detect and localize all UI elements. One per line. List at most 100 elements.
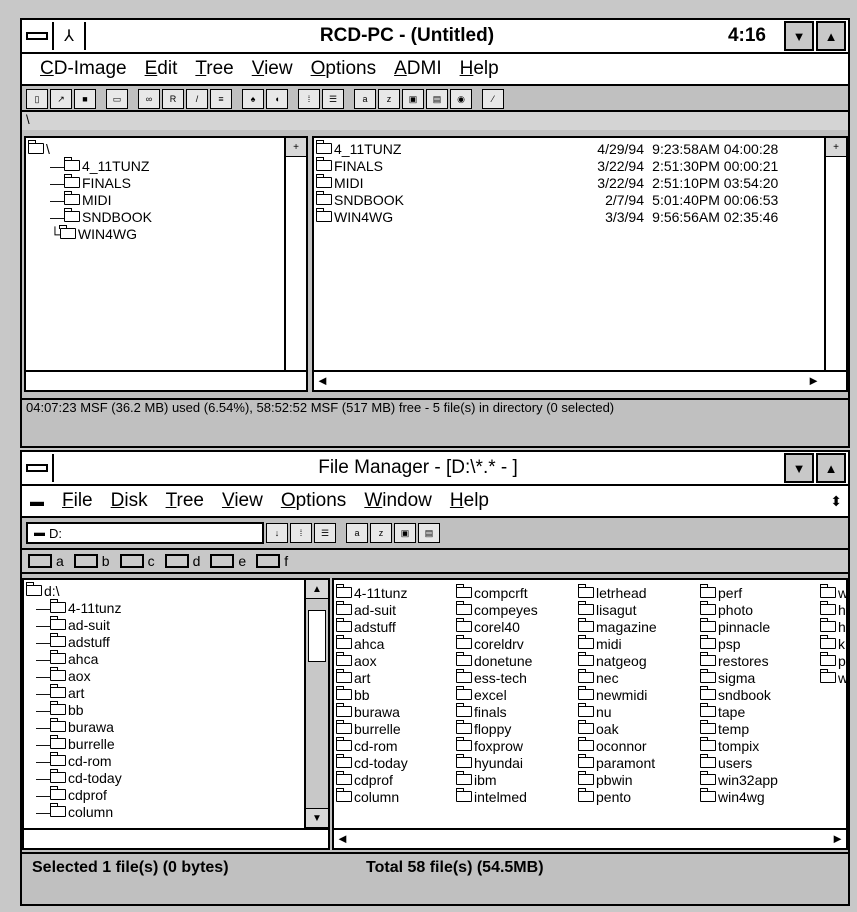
file-item[interactable]: tape — [699, 703, 778, 720]
fm-file-pane[interactable]: 4-11tunz ad-suit adstuff ahca aox art bb burawa… — [332, 578, 848, 850]
find-icon[interactable]: ♠ — [242, 89, 264, 109]
file-item[interactable]: finals — [455, 703, 538, 720]
file-item[interactable]: natgeog — [577, 652, 657, 669]
file-item[interactable]: floppy — [455, 720, 538, 737]
scroll-up-arrow-icon[interactable]: + — [826, 138, 846, 157]
menu-options[interactable]: Options — [281, 490, 346, 512]
file-item[interactable]: ahca — [336, 635, 408, 652]
file-item[interactable]: cdprof — [336, 771, 408, 788]
tree-item[interactable]: — aox — [26, 667, 302, 684]
rec-icon[interactable]: R — [162, 89, 184, 109]
file-item[interactable]: users — [699, 754, 778, 771]
scroll-down-arrow-icon[interactable]: ▼ — [306, 808, 328, 828]
file-row[interactable]: MIDI 3/22/94 2:51:10PM 03:54:20 — [315, 174, 822, 191]
file-item[interactable]: oconnor — [577, 737, 657, 754]
detail-view-icon[interactable]: ☰ — [322, 89, 344, 109]
drive-d[interactable]: d — [164, 553, 200, 569]
sort-name-icon[interactable]: a — [354, 89, 376, 109]
file-item[interactable]: ad-suit — [336, 601, 408, 618]
tree-item[interactable]: — burawa — [26, 718, 302, 735]
file-item[interactable]: pbwin — [577, 771, 657, 788]
window-icon[interactable]: ▣ — [394, 523, 416, 543]
tree-view-icon[interactable]: ⁞ — [290, 523, 312, 543]
file-item[interactable]: donetune — [455, 652, 538, 669]
app-icon[interactable]: ⅄ — [54, 22, 86, 50]
file-item[interactable]: cd-today — [336, 754, 408, 771]
file-item[interactable]: magazine — [577, 618, 657, 635]
file-item[interactable]: k — [819, 635, 846, 652]
file-item[interactable]: w — [819, 584, 846, 601]
drive-a[interactable]: a — [28, 553, 64, 569]
file-item[interactable]: burawa — [336, 703, 408, 720]
menu-admi[interactable]: ADMI — [394, 58, 442, 80]
sort-name-icon[interactable]: a — [346, 523, 368, 543]
file-item[interactable]: p — [819, 652, 846, 669]
file-item[interactable]: photo — [699, 601, 778, 618]
minimize-button[interactable]: ▼ — [784, 21, 814, 51]
tree-item[interactable]: — FINALS — [28, 174, 282, 191]
fm-titlebar[interactable]: File Manager - [D:\*.* - ] ▼ ▲ — [22, 452, 848, 486]
menu-window[interactable]: Window — [364, 490, 432, 512]
tree-root[interactable]: \ — [27, 140, 282, 157]
file-item[interactable]: 4-11tunz — [336, 584, 408, 601]
tree-item[interactable]: — column — [26, 803, 302, 820]
scroll-left-arrow-icon[interactable]: ◄ — [316, 373, 329, 388]
file-item[interactable]: nu — [577, 703, 657, 720]
eraser-icon[interactable]: ◖ — [266, 89, 288, 109]
menu-disk[interactable]: Disk — [111, 490, 148, 512]
file-row[interactable]: SNDBOOK 2/7/94 5:01:40PM 00:06:53 — [315, 191, 822, 208]
scroll-right-arrow-icon[interactable]: ► — [831, 831, 844, 846]
restore-icon[interactable]: ⬍ — [830, 493, 842, 510]
fm-tree-pane[interactable]: d:\ — 4-11tunz — ad-suit — adstuff — ahca — … — [22, 578, 330, 850]
file-row[interactable]: FINALS 3/22/94 2:51:30PM 00:00:21 — [315, 157, 822, 174]
sort-type-icon[interactable]: z — [378, 89, 400, 109]
menu-file[interactable]: File — [62, 490, 93, 512]
file-item[interactable]: restores — [699, 652, 778, 669]
menu-help[interactable]: Help — [460, 58, 499, 80]
tree-item[interactable]: — art — [26, 684, 302, 701]
tree-root[interactable]: d:\ — [26, 582, 302, 599]
file-item[interactable]: lisagut — [577, 601, 657, 618]
tree-view-icon[interactable]: ⁞ — [298, 89, 320, 109]
file-row[interactable]: 4_11TUNZ 4/29/94 9:23:58AM 04:00:28 — [315, 140, 822, 157]
file-item[interactable]: win4wg — [699, 788, 778, 805]
tree-item[interactable]: — 4_11TUNZ — [28, 157, 282, 174]
edit-icon[interactable]: ⁄ — [482, 89, 504, 109]
drive-icon[interactable]: ▭ — [106, 89, 128, 109]
list-icon[interactable]: ≡ — [210, 89, 232, 109]
scroll-left-arrow-icon[interactable]: ◄ — [336, 831, 349, 846]
file-item[interactable]: oak — [577, 720, 657, 737]
scroll-thumb[interactable] — [308, 610, 326, 662]
tree-item[interactable]: — MIDI — [28, 191, 282, 208]
menu-edit[interactable]: Edit — [145, 58, 178, 80]
drive-c[interactable]: c — [119, 553, 155, 569]
file-item[interactable]: foxprow — [455, 737, 538, 754]
drive-f[interactable]: f — [256, 553, 288, 569]
file-item[interactable]: perf — [699, 584, 778, 601]
tree-hscrollbar[interactable] — [26, 370, 306, 390]
sort-type-icon[interactable]: z — [370, 523, 392, 543]
fm-tree-hscrollbar[interactable] — [24, 828, 328, 848]
file-vscrollbar[interactable]: + — [824, 138, 846, 370]
minimize-button[interactable]: ▼ — [784, 453, 814, 483]
fm-tree-vscrollbar[interactable]: ▲ ▼ — [304, 580, 328, 828]
file-item[interactable]: win32app — [699, 771, 778, 788]
menu-tree[interactable]: Tree — [195, 58, 233, 80]
file-item[interactable]: pento — [577, 788, 657, 805]
disc-icon[interactable]: ◉ — [450, 89, 472, 109]
file-item[interactable]: temp — [699, 720, 778, 737]
record-icon[interactable]: ∞ — [138, 89, 160, 109]
file-item[interactable]: intelmed — [455, 788, 538, 805]
menu-options[interactable]: Options — [311, 58, 376, 80]
file-item[interactable]: letrhead — [577, 584, 657, 601]
file-item[interactable]: burrelle — [336, 720, 408, 737]
file-item[interactable]: bb — [336, 686, 408, 703]
dropdown-arrow-icon[interactable]: ↓ — [266, 523, 288, 543]
file-item[interactable]: compeyes — [455, 601, 538, 618]
rcd-titlebar[interactable]: ⅄ RCD-PC - (Untitled) 4:16 ▼ ▲ — [22, 20, 848, 54]
menu-view[interactable]: View — [252, 58, 293, 80]
file-item[interactable]: art — [336, 669, 408, 686]
drive-select[interactable]: ▬ D: — [26, 522, 264, 544]
maximize-button[interactable]: ▲ — [816, 453, 846, 483]
system-menu-button[interactable] — [22, 22, 54, 50]
